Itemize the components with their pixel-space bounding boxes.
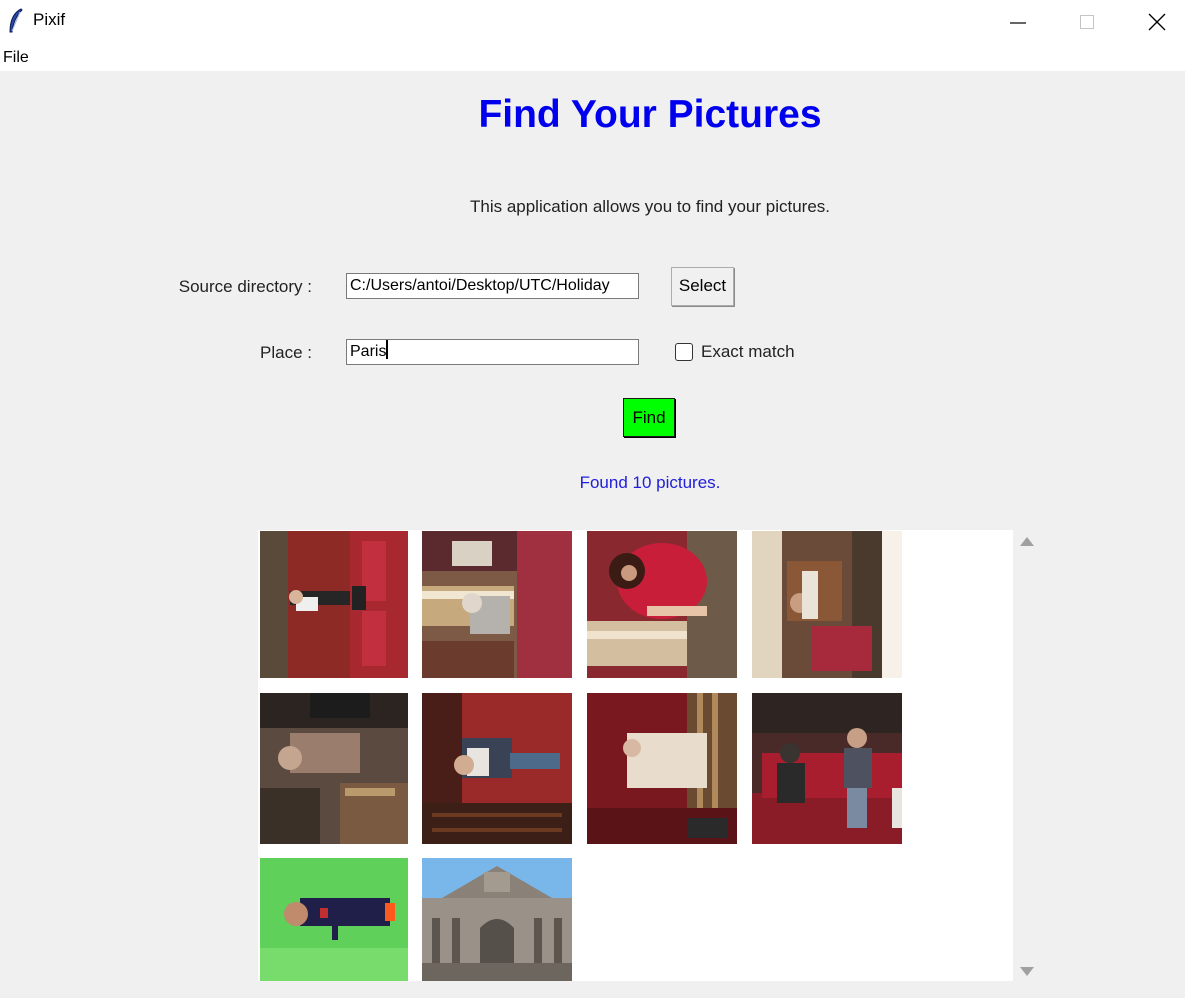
page-title: Find Your Pictures — [478, 93, 822, 136]
photo-thumbnail-4[interactable] — [752, 531, 902, 678]
photo-thumbnail-2[interactable] — [422, 531, 572, 678]
status-message: Found 10 pictures. — [579, 473, 721, 492]
photo-thumbnail-10[interactable] — [422, 858, 572, 981]
window-title: Pixif — [33, 10, 66, 29]
photo-thumbnail-5[interactable] — [260, 693, 408, 844]
minimize-icon — [1010, 21, 1026, 24]
photo-thumbnail-7[interactable] — [587, 693, 737, 844]
photo-thumbnail-3[interactable] — [587, 531, 737, 678]
source-directory-input[interactable]: C:/Users/antoi/Desktop/UTC/Holiday — [346, 273, 639, 299]
place-value: Paris — [350, 343, 387, 360]
exact-match-checkbox[interactable] — [675, 343, 693, 361]
maximize-icon — [1080, 14, 1094, 29]
photo-thumbnail-1[interactable] — [260, 531, 408, 678]
menu-file[interactable]: File — [3, 49, 29, 67]
source-directory-label: Source directory : — [178, 277, 312, 296]
find-button[interactable]: Find — [623, 398, 675, 437]
source-directory-value: C:/Users/antoi/Desktop/UTC/Holiday — [350, 277, 610, 294]
photo-thumbnail-8[interactable] — [752, 693, 902, 844]
scroll-up-arrow-icon[interactable] — [1020, 537, 1034, 546]
title-bar: Pixif — [0, 0, 1185, 43]
gallery-scrollbar[interactable] — [1013, 530, 1041, 981]
text-cursor — [386, 340, 389, 359]
feather-icon — [9, 8, 23, 33]
menu-bar: File — [0, 43, 1185, 71]
photo-thumbnail-9[interactable] — [260, 858, 408, 981]
scroll-down-arrow-icon[interactable] — [1020, 967, 1034, 976]
select-button[interactable]: Select — [671, 267, 734, 306]
maximize-button[interactable] — [1052, 0, 1122, 43]
place-input[interactable]: Paris — [346, 339, 639, 365]
close-button[interactable] — [1122, 0, 1185, 43]
photo-thumbnail-6[interactable] — [422, 693, 572, 844]
minimize-button[interactable] — [983, 0, 1053, 43]
picture-gallery[interactable] — [258, 530, 1013, 981]
place-label: Place : — [260, 343, 312, 362]
close-icon — [1148, 13, 1166, 30]
exact-match-label[interactable]: Exact match — [701, 342, 795, 362]
page-subtitle: This application allows you to find your… — [469, 197, 830, 216]
